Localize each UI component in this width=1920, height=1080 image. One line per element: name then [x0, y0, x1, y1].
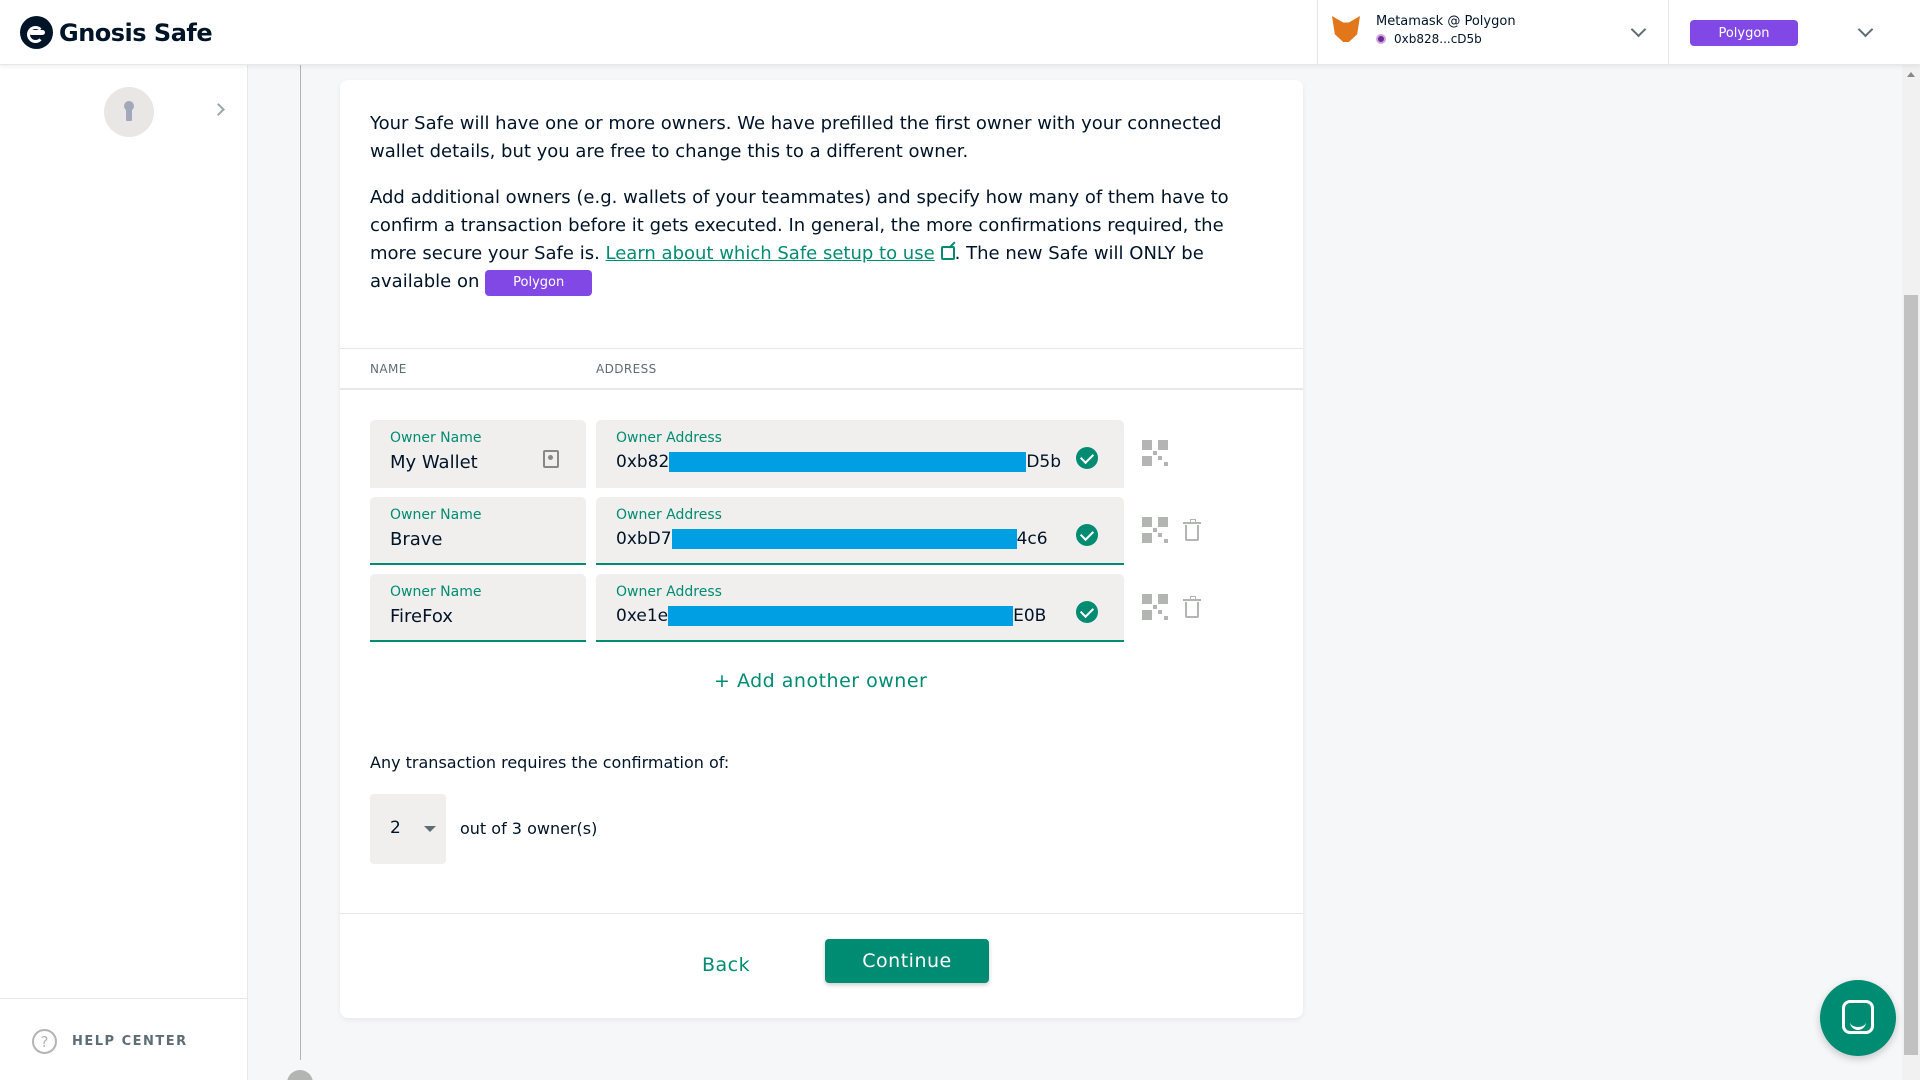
- owners-card: Your Safe will have one or more owners. …: [340, 80, 1303, 1018]
- sidebar: ? HELP CENTER: [0, 65, 248, 1080]
- owner-name-field[interactable]: Owner Name FireFox: [370, 574, 586, 642]
- intro-paragraph-2: Add additional owners (e.g. wallets of y…: [370, 184, 1260, 296]
- owner-address-label: Owner Address: [616, 507, 722, 523]
- help-center-link[interactable]: ? HELP CENTER: [0, 998, 248, 1080]
- support-chat-button[interactable]: [1820, 980, 1896, 1056]
- owner-address-field[interactable]: Owner Address 0xb82 D5b: [596, 420, 1124, 488]
- app-logo[interactable]: Gnosis Safe: [20, 16, 213, 49]
- page-scrollbar[interactable]: [1902, 65, 1920, 1080]
- header-divider: [1668, 0, 1669, 65]
- owner-name-value[interactable]: FireFox: [390, 606, 453, 627]
- chat-icon: [1842, 1000, 1874, 1034]
- help-center-label: HELP CENTER: [72, 1034, 188, 1049]
- gnosis-logo-icon: [20, 16, 53, 49]
- redacted-address: [669, 452, 1027, 472]
- network-chevron-down-icon[interactable]: [1857, 21, 1874, 38]
- caret-down-icon: [424, 826, 436, 832]
- owner-name-field[interactable]: Owner Name My Wallet: [370, 420, 586, 488]
- qr-code-icon[interactable]: [1142, 594, 1168, 620]
- owner-address-field[interactable]: Owner Address 0xe1e E0B: [596, 574, 1124, 642]
- owner-address-end: D5b: [1026, 452, 1062, 472]
- redacted-address: [671, 529, 1017, 549]
- valid-check-icon: [1076, 524, 1098, 546]
- threshold-value: 2: [390, 818, 401, 838]
- identicon-icon: [1376, 34, 1386, 44]
- qr-code-icon[interactable]: [1142, 517, 1168, 543]
- owner-address-start: 0xb82: [616, 452, 670, 472]
- wallet-selector[interactable]: Metamask @ Polygon 0xb828...cD5b: [1332, 14, 1516, 46]
- network-badge[interactable]: Polygon: [1690, 20, 1798, 46]
- scroll-up-arrow-icon[interactable]: [1907, 72, 1915, 77]
- column-header-address: ADDRESS: [596, 362, 657, 376]
- wallet-address: 0xb828...cD5b: [1394, 32, 1482, 46]
- metamask-fox-icon: [1332, 16, 1362, 44]
- top-bar: Gnosis Safe Metamask @ Polygon 0xb828...…: [0, 0, 1920, 65]
- logo-text: Gnosis Safe: [59, 18, 213, 47]
- owner-address-start: 0xe1e: [616, 606, 669, 626]
- owner-address-label: Owner Address: [616, 584, 722, 600]
- owner-address-field[interactable]: Owner Address 0xbD7 4c6: [596, 497, 1124, 565]
- owner-name-field[interactable]: Owner Name Brave: [370, 497, 586, 565]
- column-header-name: NAME: [370, 362, 407, 376]
- continue-button[interactable]: Continue: [825, 939, 989, 983]
- stepper-dot: [287, 1070, 313, 1080]
- valid-check-icon: [1076, 601, 1098, 623]
- network-chip: Polygon: [485, 270, 593, 296]
- wallet-chevron-down-icon[interactable]: [1630, 21, 1647, 38]
- address-book-icon[interactable]: [543, 450, 559, 468]
- owner-name-label: Owner Name: [390, 584, 482, 600]
- delete-owner-icon[interactable]: [1183, 596, 1201, 618]
- wallet-name: Metamask @ Polygon: [1376, 14, 1516, 29]
- owner-address-end: 4c6: [1016, 529, 1048, 549]
- chevron-right-icon[interactable]: [212, 103, 225, 116]
- owner-address-label: Owner Address: [616, 430, 722, 446]
- header-divider: [1317, 0, 1318, 65]
- owners-table-header: NAME ADDRESS: [340, 348, 1303, 390]
- owner-address-end: E0B: [1013, 606, 1047, 626]
- qr-code-icon[interactable]: [1142, 440, 1168, 466]
- stepper-line: [300, 65, 301, 1060]
- safe-setup-link[interactable]: Learn about which Safe setup to use: [606, 243, 935, 264]
- help-icon: ?: [32, 1029, 57, 1054]
- intro-paragraph-1: Your Safe will have one or more owners. …: [370, 113, 1222, 162]
- owner-name-value[interactable]: Brave: [390, 529, 443, 550]
- external-link-icon[interactable]: [940, 246, 955, 260]
- valid-check-icon: [1076, 447, 1098, 469]
- threshold-label: Any transaction requires the confirmatio…: [370, 753, 730, 772]
- delete-owner-icon[interactable]: [1183, 519, 1201, 541]
- owner-name-label: Owner Name: [390, 430, 482, 446]
- owner-address-start: 0xbD7: [616, 529, 672, 549]
- owner-name-value[interactable]: My Wallet: [390, 452, 478, 473]
- threshold-suffix: out of 3 owner(s): [460, 819, 598, 838]
- owner-name-label: Owner Name: [390, 507, 482, 523]
- threshold-select[interactable]: 2: [370, 794, 446, 864]
- add-owner-button[interactable]: + Add another owner: [714, 670, 927, 692]
- card-footer: Back Continue: [340, 913, 1303, 1018]
- safe-avatar[interactable]: [104, 87, 154, 137]
- back-button[interactable]: Back: [702, 954, 750, 976]
- intro-text: Your Safe will have one or more owners. …: [370, 110, 1260, 314]
- scrollbar-thumb[interactable]: [1904, 295, 1918, 1055]
- redacted-address: [668, 606, 1014, 626]
